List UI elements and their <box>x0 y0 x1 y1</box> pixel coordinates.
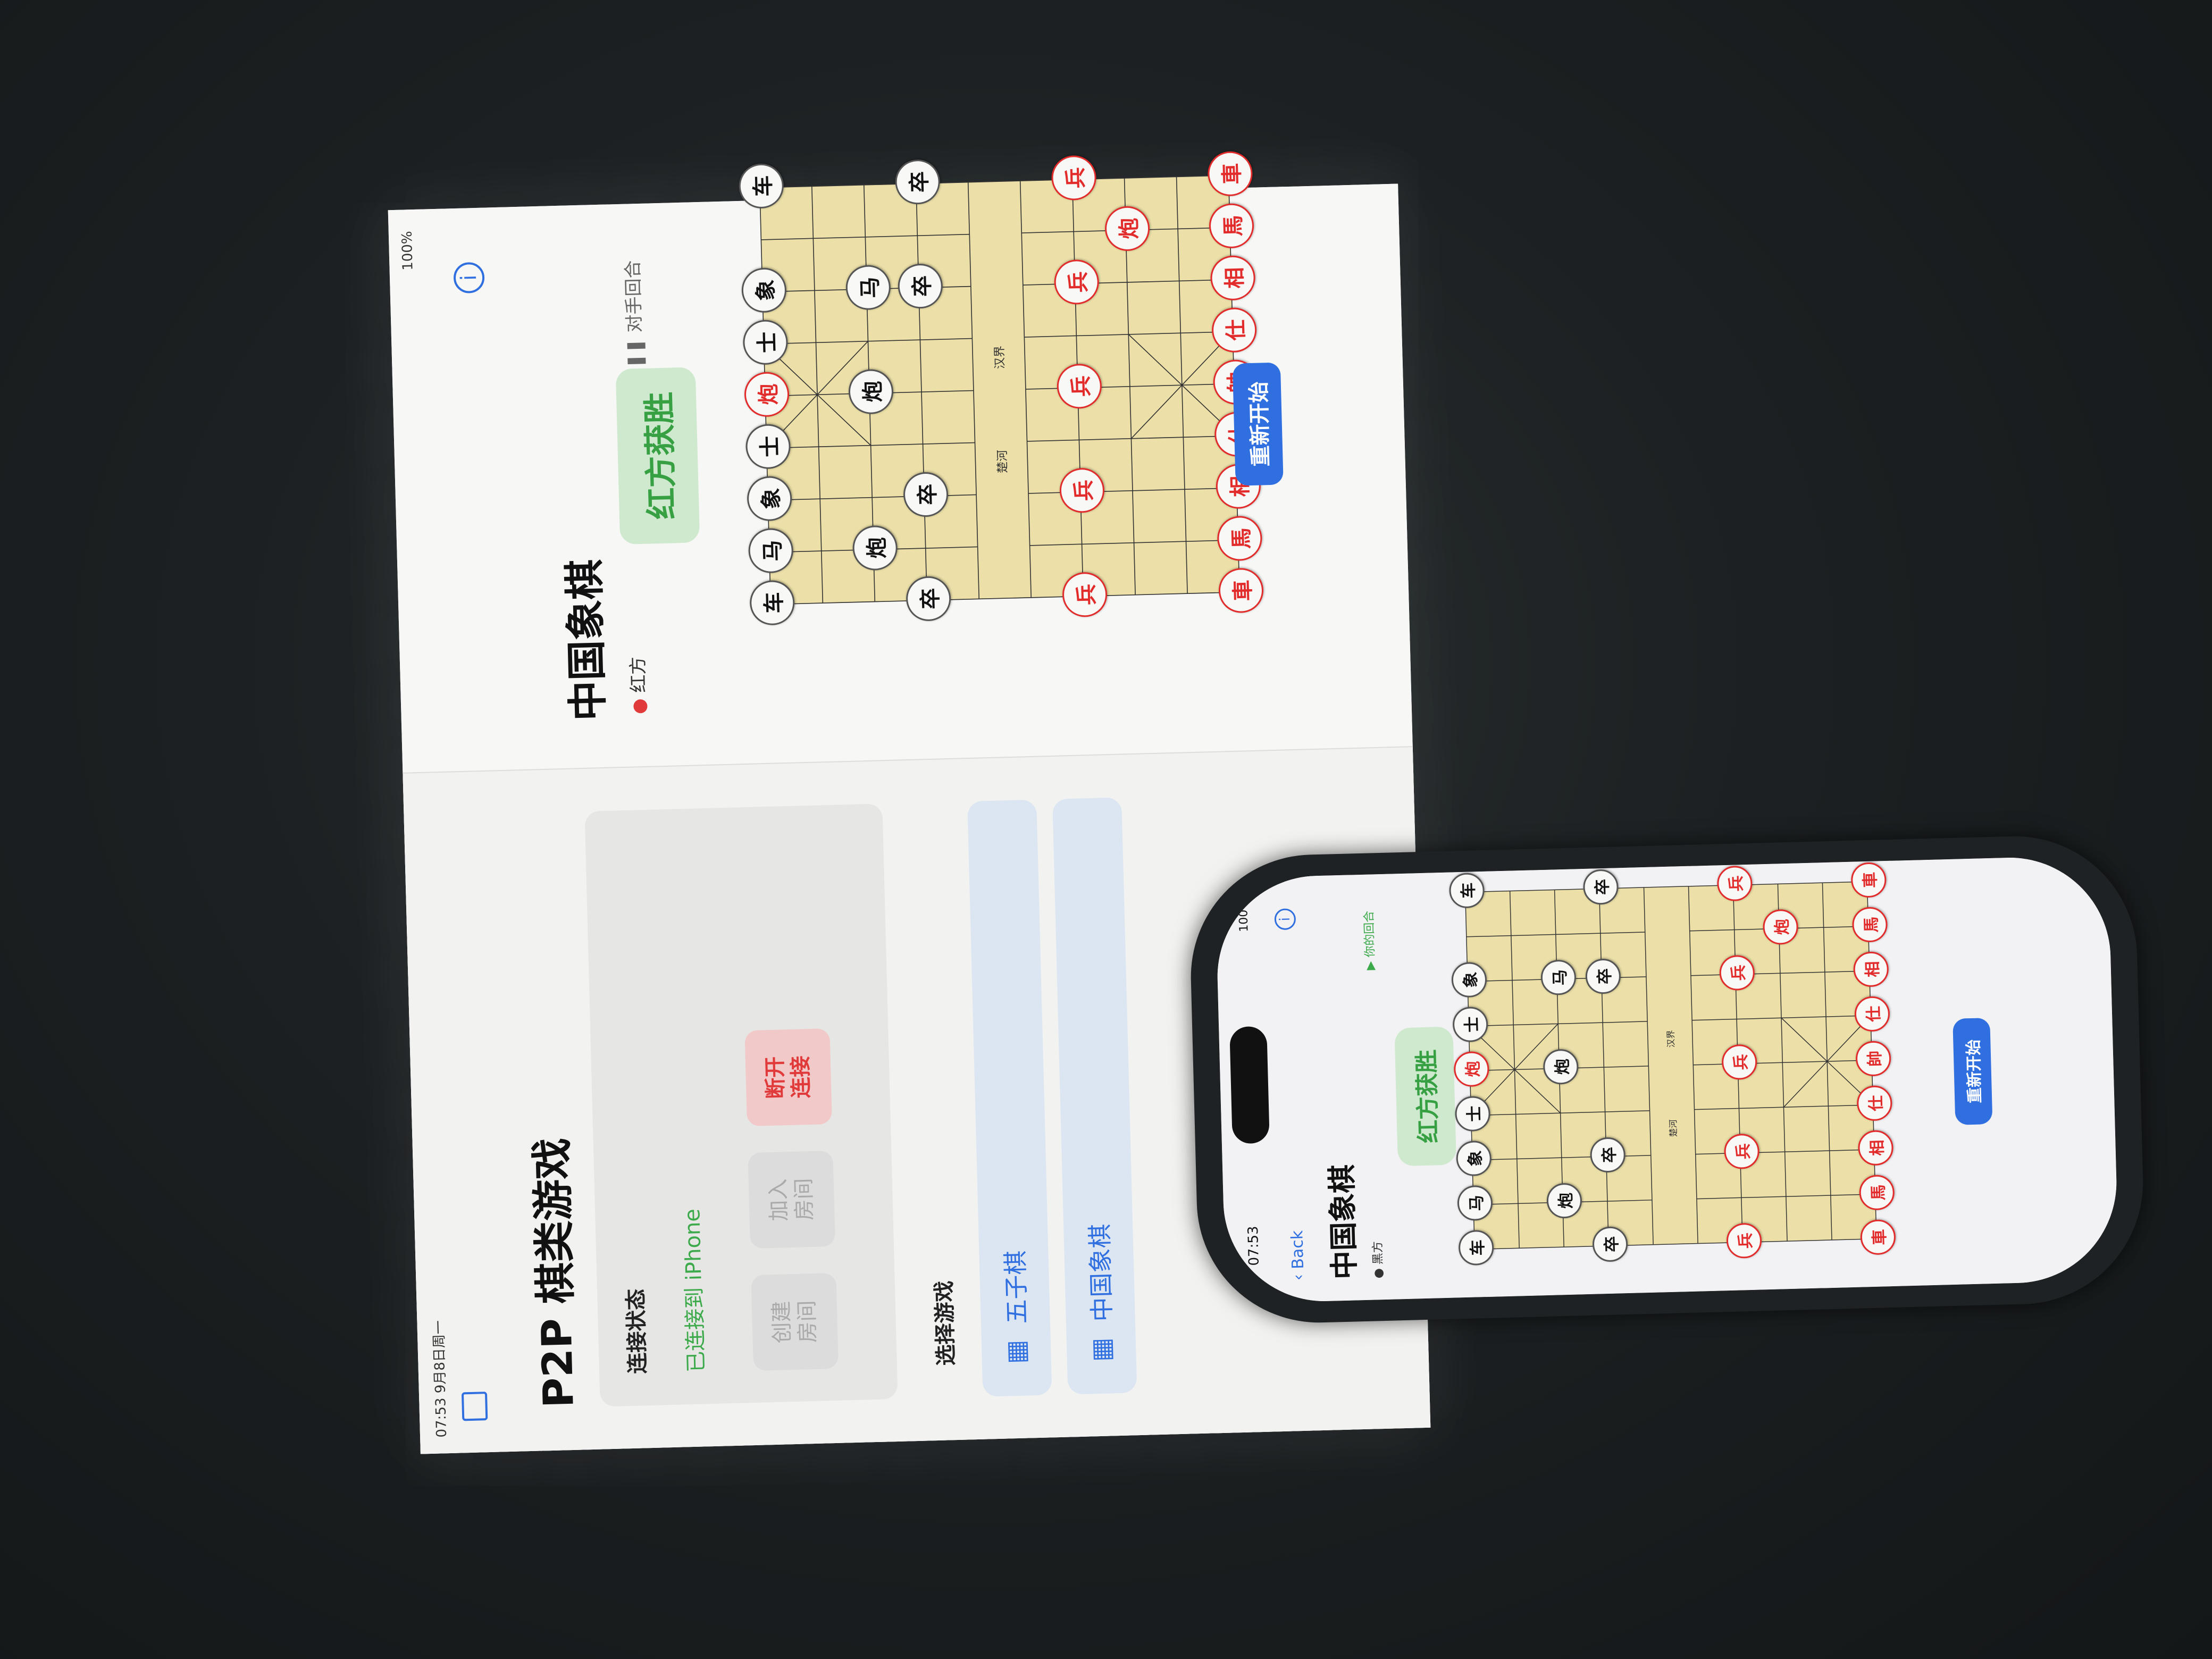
chess-piece[interactable]: 相 <box>1857 1129 1894 1166</box>
chess-piece[interactable]: 馬 <box>1858 1174 1895 1211</box>
create-room-button[interactable]: 创建 房间 <box>751 1272 839 1371</box>
chess-piece[interactable]: 车 <box>1458 1229 1495 1266</box>
chess-piece[interactable]: 馬 <box>1208 203 1255 249</box>
turn-label: 对手回合 <box>622 259 646 333</box>
side-indicator: ● 黑方 <box>1368 1241 1386 1279</box>
chess-piece[interactable]: 卒 <box>906 575 952 622</box>
grid-icon: ▦ <box>1086 1337 1117 1362</box>
battery-status: 100% <box>399 230 416 271</box>
connection-card: 连接状态 已连接到 iPhone 创建 房间 加入 房间 断开 连接 <box>584 803 898 1407</box>
river-label-left: 楚河 <box>995 449 1010 474</box>
black-dot-icon: ● <box>1372 1268 1386 1279</box>
board-grid <box>759 175 1240 605</box>
info-icon[interactable]: i <box>1274 908 1296 931</box>
river-label-right: 汉界 <box>993 345 1007 370</box>
phone-battery: 100 <box>1237 909 1251 933</box>
restart-button[interactable]: 重新开始 <box>1953 1018 1993 1125</box>
chess-piece[interactable]: 车 <box>749 580 795 626</box>
connection-status-text: 已连接到 iPhone <box>680 1208 709 1373</box>
chess-piece[interactable]: 仕 <box>1856 1085 1893 1121</box>
sidebar-toggle-icon[interactable] <box>461 1392 488 1421</box>
river-label-left: 楚河 <box>1668 1119 1679 1137</box>
page-title: 中国象棋 <box>1325 1164 1362 1280</box>
restart-button[interactable]: 重新开始 <box>1232 362 1284 486</box>
chess-piece[interactable]: 車 <box>1850 862 1887 898</box>
chess-piece[interactable]: 相 <box>1210 255 1256 301</box>
game-item-label: 中国象棋 <box>1085 1223 1117 1322</box>
side-label: 红方 <box>627 656 650 693</box>
chevron-left-icon: ‹ <box>1289 1273 1308 1281</box>
pause-icon: ❚❚ <box>624 338 647 369</box>
chess-piece[interactable]: 車 <box>1207 150 1253 197</box>
chess-piece[interactable]: 帥 <box>1855 1040 1891 1077</box>
iphone-screen: 07:53 100 ‹ Back i 中国象棋 ● 黑方 ▶ 你的回合 红方获胜… <box>1214 855 2119 1304</box>
app-title: P2P 棋类游戏 <box>528 1137 583 1409</box>
chess-piece[interactable]: 馬 <box>1851 907 1888 943</box>
xiangqi-board[interactable]: 楚河汉界车马象士炮士象车炮炮马卒卒卒卒兵兵兵兵兵炮車馬相仕帥仕相馬車 <box>1215 862 1896 1304</box>
join-room-button[interactable]: 加入 房间 <box>748 1150 835 1249</box>
game-item-gomoku[interactable]: ▦ 五子棋 <box>967 799 1052 1397</box>
iphone-device: 07:53 100 ‹ Back i 中国象棋 ● 黑方 ▶ 你的回合 红方获胜… <box>1187 833 2147 1326</box>
board-grid <box>1464 881 1877 1250</box>
status-time: 07:53 9月8日周一 <box>431 1320 450 1438</box>
turn-indicator: ❚❚ 对手回合 <box>618 260 647 369</box>
chess-piece[interactable]: 相 <box>1853 951 1889 987</box>
side-indicator: ● 红方 <box>623 656 651 715</box>
page-title: 中国象棋 <box>560 558 612 722</box>
back-button[interactable]: ‹ Back <box>1288 1230 1308 1280</box>
chess-piece[interactable]: 兵 <box>1061 572 1108 618</box>
chess-piece[interactable]: 仕 <box>1211 307 1258 353</box>
board-surface: 楚河 汉界 <box>1464 881 1877 1250</box>
select-game-label: 选择游戏 <box>932 1280 959 1367</box>
phone-status-time: 07:53 <box>1245 1226 1262 1266</box>
river-label-right: 汉界 <box>1665 1029 1677 1048</box>
chess-piece[interactable]: 仕 <box>1854 996 1890 1032</box>
board-surface: 楚河 汉界 <box>759 175 1240 605</box>
back-label: Back <box>1288 1230 1308 1270</box>
dynamic-island <box>1229 1026 1270 1144</box>
red-dot-icon: ● <box>628 698 650 715</box>
win-badge: 红方获胜 <box>1394 1026 1457 1167</box>
chess-piece[interactable]: 兵 <box>1726 1222 1762 1259</box>
chess-piece[interactable]: 車 <box>1218 567 1264 614</box>
info-icon[interactable]: i <box>453 262 485 294</box>
side-label: 黑方 <box>1371 1241 1385 1265</box>
grid-icon: ▦ <box>1001 1339 1032 1364</box>
chess-piece[interactable]: 車 <box>1860 1219 1896 1255</box>
game-item-xiangqi[interactable]: ▦ 中国象棋 <box>1052 797 1137 1395</box>
disconnect-button[interactable]: 断开 连接 <box>744 1028 832 1127</box>
game-item-label: 五子棋 <box>1001 1250 1032 1325</box>
win-badge: 红方获胜 <box>615 367 700 545</box>
turn-indicator: ▶ 你的回合 <box>1360 910 1378 970</box>
chess-piece[interactable]: 卒 <box>1592 1226 1628 1262</box>
chess-piece[interactable]: 馬 <box>1217 515 1263 562</box>
connection-section-label: 连接状态 <box>623 1288 651 1375</box>
turn-label: 你的回合 <box>1362 910 1377 958</box>
play-icon: ▶ <box>1363 961 1378 970</box>
